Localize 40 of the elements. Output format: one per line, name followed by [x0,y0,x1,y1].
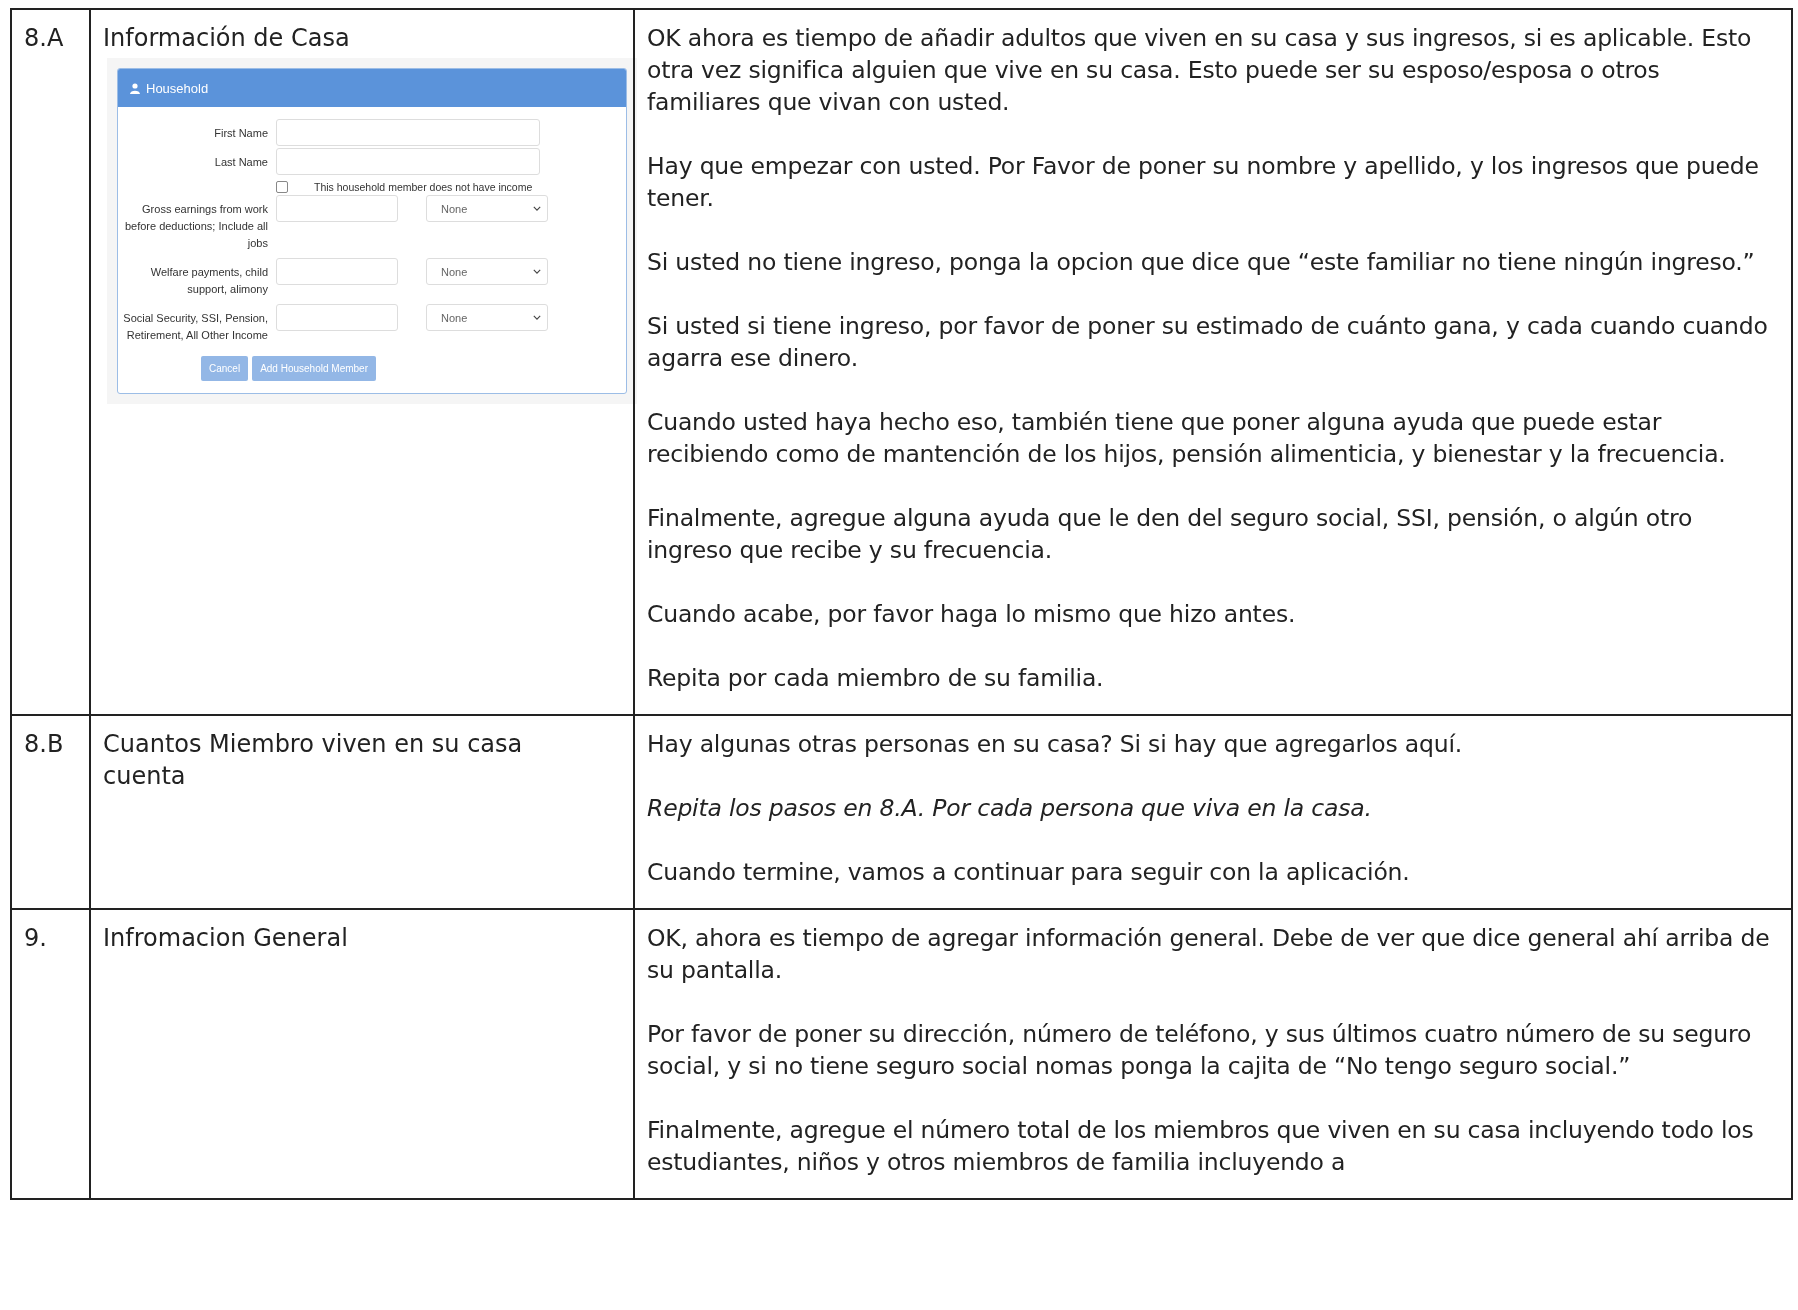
paragraph: OK, ahora es tiempo de agregar información general. Debe de ver que dice general ahí arriba de su pantalla. [647,923,1771,986]
paragraph: Por favor de poner su dirección, número de teléfono, y sus últimos cuatro número de su seguro social, y si no tiene seguro social nomas ponga la cajita de “No tengo seguro social.” [647,1019,1753,1082]
paragraph: Finalmente, agregue el número total de los miembros que viven en su casa incluyendo todo los estudiantes, niños y otros miembros de familia incluyendo a [647,1115,1755,1178]
chevron-down-icon [533,315,541,320]
paragraph: Cuando termine, vamos a continuar para seguir con la aplicación. [647,857,1411,888]
user-icon [130,82,140,94]
paragraph: Repita por cada miembro de su familia. [647,663,1105,694]
paragraph: OK ahora es tiempo de añadir adultos que viven en su casa y sus ingresos, si es aplicable. Esto otra vez significa alguien que vive en su casa. Esto puede ser su esposo/esposa o otros familiares que vivan con usted. [647,23,1753,118]
amount-input[interactable] [276,304,398,331]
field-label: Welfare payments, child support, alimony [149,265,268,297]
frequency-dropdown[interactable]: None [426,258,548,285]
paragraph: Si usted si tiene ingreso, por favor de poner su estimado de cuánto gana, y cada cuando cuando agarra ese dinero. [647,311,1769,374]
field-label: First Name [213,126,268,141]
step-number: 8.A [24,23,65,54]
paragraph: Repita los pasos en 8.A. Por cada persona que viva en la casa. [647,793,1373,824]
step-number: 8.B [24,729,65,760]
text-input[interactable] [276,148,540,175]
step-title: Cuantos Miembro viven en su casa cuenta [103,729,523,792]
field-label: Gross earnings from work before deductions; Include all jobs [123,202,268,251]
paragraph: Cuando acabe, por favor haga lo mismo que hizo antes. [647,599,1297,630]
paragraph: Cuando usted haya hecho eso, también tiene que poner alguna ayuda que puede estar recibiendo como de mantención de los hijos, pensión alimenticia, y bienestar y la frecuencia. [647,407,1727,470]
step-title: Información de Casa [103,23,351,54]
amount-input[interactable] [276,258,398,285]
chevron-down-icon [533,269,541,274]
chevron-down-icon [533,206,541,211]
text-input[interactable] [276,119,540,146]
paragraph: Hay algunas otras personas en su casa? Si si hay que agregarlos aquí. [647,729,1464,760]
step-number: 9. [24,923,48,954]
checkbox[interactable] [276,181,288,193]
panel-title: Household [146,80,209,96]
frequency-dropdown[interactable]: None [426,304,548,331]
field-label: Social Security, SSI, Pension, Retirement, All Other Income [122,311,268,343]
checkbox-label: This household member does not have income [314,181,533,193]
field-label: Last Name [213,155,268,170]
amount-input[interactable] [276,195,398,222]
paragraph: Finalmente, agregue alguna ayuda que le den del seguro social, SSI, pensión, o algún otro ingreso que recibe y su frecuencia. [647,503,1694,566]
step-title: Infromacion General [103,923,349,954]
paragraph: Si usted no tiene ingreso, ponga la opcion que dice que “este familiar no tiene ningún ingreso.” [647,247,1756,278]
frequency-dropdown[interactable]: None [426,195,548,222]
paragraph: Hay que empezar con usted. Por Favor de poner su nombre y apellido, y los ingresos que puede tener. [647,151,1760,214]
